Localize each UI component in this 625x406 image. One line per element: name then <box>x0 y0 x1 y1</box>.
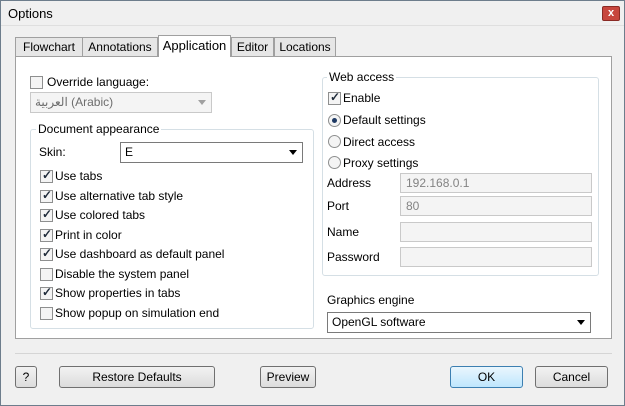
tab-editor[interactable]: Editor <box>231 37 274 57</box>
properties-tabs-checkbox[interactable] <box>40 285 53 300</box>
graphics-engine-value: OpenGL software <box>332 315 426 329</box>
override-language-label: Override language: <box>47 75 150 89</box>
document-appearance-label: Document appearance <box>36 122 162 136</box>
chevron-down-icon <box>577 320 585 325</box>
web-enable-label: Enable <box>343 91 381 105</box>
chevron-down-icon <box>289 150 297 155</box>
preview-button[interactable]: Preview <box>260 366 316 388</box>
options-dialog: Options x Flowchart Annotations Applicat… <box>0 0 625 406</box>
tab-flowchart[interactable]: Flowchart <box>15 37 83 57</box>
help-button[interactable]: ? <box>15 366 37 388</box>
language-value: العربية (Arabic) <box>35 95 114 109</box>
address-field[interactable]: 192.168.0.1 <box>400 173 592 193</box>
print-color-label: Print in color <box>55 228 122 242</box>
disable-system-panel-label: Disable the system panel <box>55 267 190 281</box>
application-panel: Override language: العربية (Arabic) Docu… <box>15 56 612 339</box>
name-label: Name <box>327 225 360 239</box>
alt-tab-style-checkbox[interactable] <box>40 188 53 203</box>
properties-tabs-label: Show properties in tabs <box>55 286 181 300</box>
colored-tabs-checkbox[interactable] <box>40 207 53 222</box>
tab-application[interactable]: Application <box>158 35 231 57</box>
popup-simulation-checkbox[interactable] <box>40 307 53 320</box>
skin-select[interactable]: E <box>120 142 303 163</box>
port-label: Port <box>327 199 350 213</box>
web-enable-checkbox[interactable] <box>328 90 341 105</box>
web-access-label: Web access <box>327 70 397 84</box>
password-label: Password <box>327 250 380 264</box>
default-settings-label: Default settings <box>343 113 426 127</box>
skin-label: Skin: <box>39 145 66 159</box>
use-tabs-checkbox[interactable] <box>40 168 53 183</box>
use-tabs-label: Use tabs <box>55 169 103 183</box>
chevron-down-icon <box>198 100 206 105</box>
direct-access-label: Direct access <box>343 135 416 149</box>
proxy-settings-label: Proxy settings <box>343 156 419 170</box>
popup-simulation-label: Show popup on simulation end <box>55 306 220 320</box>
language-select[interactable]: العربية (Arabic) <box>30 92 212 113</box>
dashboard-default-checkbox[interactable] <box>40 246 53 261</box>
disable-system-panel-checkbox[interactable] <box>40 268 53 281</box>
tab-locations[interactable]: Locations <box>274 37 336 57</box>
address-label: Address <box>327 176 372 190</box>
override-language-checkbox[interactable] <box>30 76 43 89</box>
title-bar[interactable]: Options x <box>1 1 624 26</box>
graphics-engine-select[interactable]: OpenGL software <box>327 312 591 333</box>
window-title: Options <box>8 6 53 21</box>
direct-access-radio[interactable] <box>328 135 341 148</box>
dashboard-default-label: Use dashboard as default panel <box>55 247 225 261</box>
separator <box>15 353 612 354</box>
alt-tab-style-label: Use alternative tab style <box>55 189 184 203</box>
skin-value: E <box>125 145 134 159</box>
print-color-checkbox[interactable] <box>40 227 53 242</box>
port-field[interactable]: 80 <box>400 196 592 216</box>
password-field[interactable] <box>400 247 592 267</box>
colored-tabs-label: Use colored tabs <box>55 208 146 222</box>
graphics-engine-label: Graphics engine <box>327 293 415 307</box>
restore-defaults-button[interactable]: Restore Defaults <box>59 366 215 388</box>
ok-button[interactable]: OK <box>450 366 523 388</box>
cancel-button[interactable]: Cancel <box>535 366 608 388</box>
close-button[interactable]: x <box>602 6 620 21</box>
tab-annotations[interactable]: Annotations <box>82 37 158 57</box>
name-field[interactable] <box>400 222 592 242</box>
proxy-settings-radio[interactable] <box>328 156 341 169</box>
default-settings-radio[interactable] <box>328 114 341 127</box>
